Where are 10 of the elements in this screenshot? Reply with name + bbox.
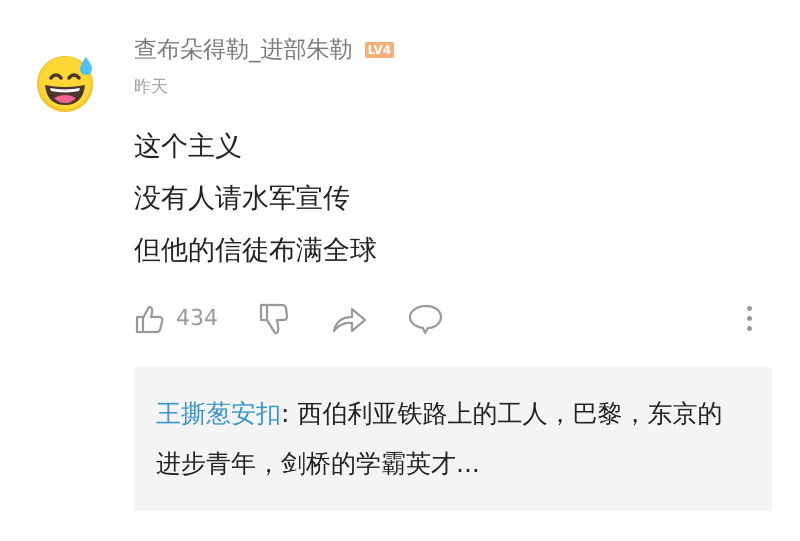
reply-author-link[interactable]: 王撕葱安扣: [156, 398, 281, 428]
comment-text-line: 这个主义: [134, 130, 243, 164]
like-button[interactable]: 434: [134, 302, 218, 335]
comment-text-line: 但他的信徒布满全球: [134, 234, 378, 268]
comment-text-line: 没有人请水军宣传: [134, 182, 351, 216]
comment-time: 昨天: [134, 76, 169, 99]
level-badge: LV4: [364, 42, 394, 58]
reply-preview-text: 王撕葱安扣: 西伯利亚铁路上的工人，巴黎，东京的进步青年，剑桥的学霸英才...: [156, 398, 724, 480]
reply-preview-panel[interactable]: 王撕葱安扣: 西伯利亚铁路上的工人，巴黎，东京的进步青年，剑桥的学霸英才...: [134, 366, 772, 510]
username[interactable]: 查布朵得勒_进部朱勒: [134, 32, 352, 68]
